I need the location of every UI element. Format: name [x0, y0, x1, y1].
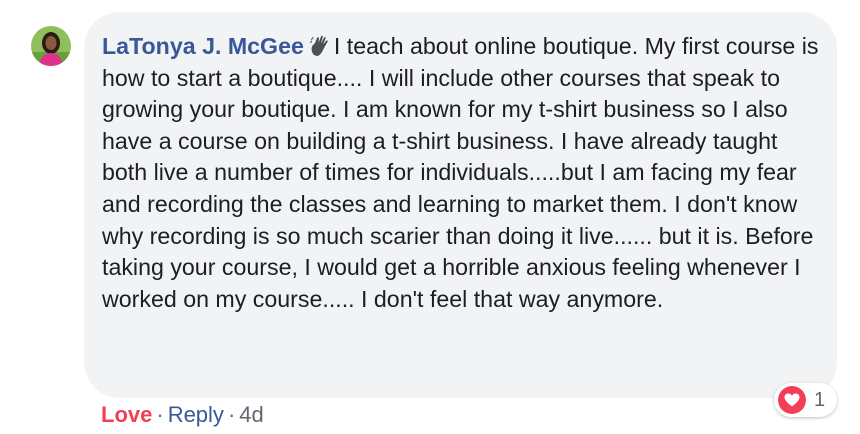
comment-text: I teach about online boutique. My first …	[102, 33, 819, 312]
heart-icon	[778, 386, 806, 414]
timestamp[interactable]: 4d	[239, 402, 263, 427]
comment-actions: Love · Reply · 4d	[101, 400, 264, 430]
love-button[interactable]: Love	[101, 402, 152, 427]
author-name[interactable]: LaTonya J. McGee	[102, 33, 304, 59]
separator-dot: ·	[227, 402, 236, 427]
reply-button[interactable]: Reply	[168, 402, 224, 427]
comment-bubble: LaTonya J. McGee I teach about online bou…	[84, 12, 837, 398]
separator-dot: ·	[156, 402, 164, 427]
reaction-summary[interactable]: 1	[774, 383, 838, 417]
avatar[interactable]	[31, 26, 71, 66]
profile-photo	[31, 26, 71, 66]
comment-body: LaTonya J. McGee I teach about online bou…	[102, 31, 819, 315]
reaction-count: 1	[814, 388, 826, 411]
waving-hand-icon	[309, 34, 330, 56]
